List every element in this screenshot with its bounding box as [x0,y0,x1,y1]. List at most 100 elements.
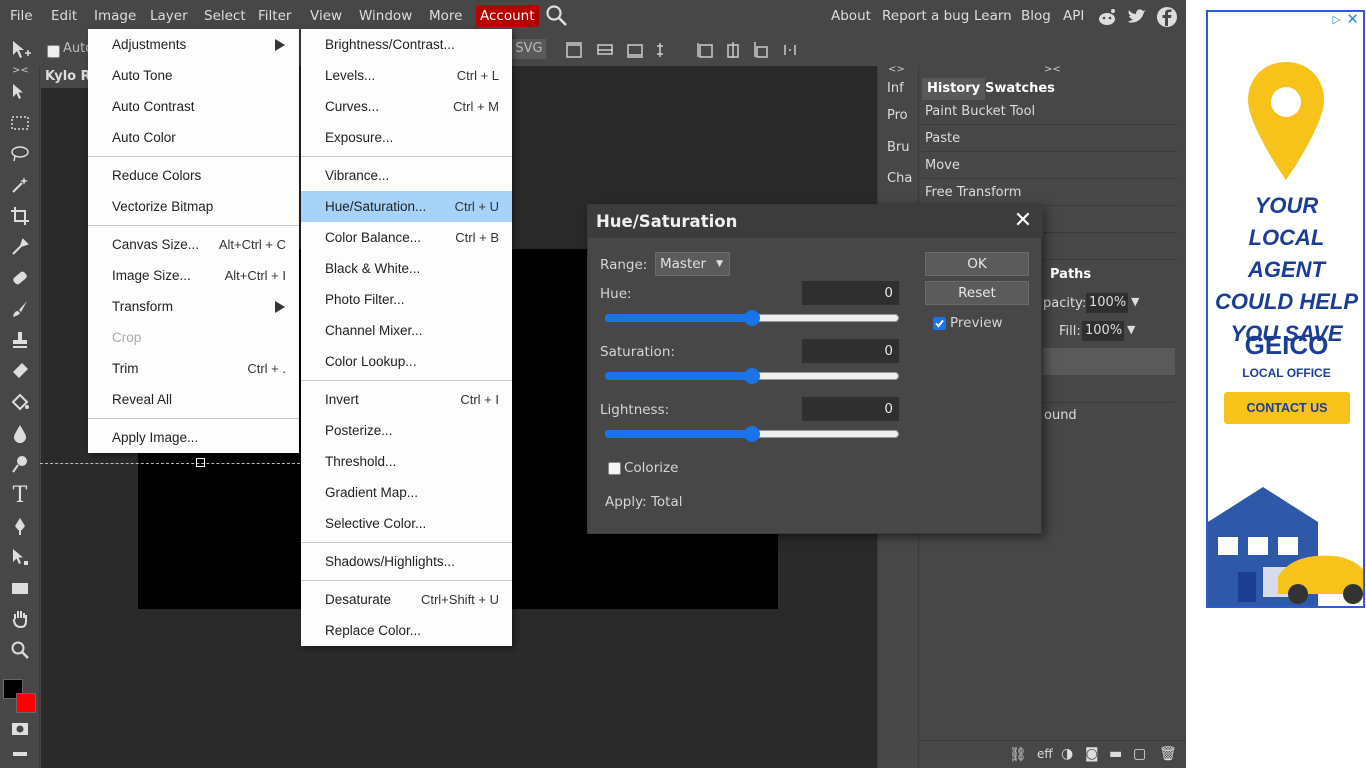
screen-mode-icon[interactable] [8,742,32,766]
menu-select[interactable]: Select [200,5,250,27]
eraser-tool-icon[interactable] [8,359,32,383]
link-report-bug[interactable]: Report a bug [882,5,969,27]
menu-more[interactable]: More [425,5,466,27]
ok-button[interactable]: OK [925,252,1029,276]
link-icon[interactable]: ⛓ [1009,747,1027,763]
menu-view[interactable]: View [306,5,346,27]
range-select[interactable]: Master ▼ [655,252,730,276]
mini-brush[interactable]: Bru [887,140,910,155]
history-row[interactable]: Paint Bucket Tool [921,99,1177,125]
fill-field[interactable]: 100% [1082,321,1124,341]
menu-layer[interactable]: Layer [146,5,192,27]
menu-edit[interactable]: Edit [47,5,81,27]
menu-item-image-size[interactable]: Image Size... Alt+Ctrl + I [88,260,299,291]
pen-tool-icon[interactable] [8,514,32,538]
advertisement[interactable]: ▷ ✕ YOUR LOCAL AGENT COULD HELP YOU SAVE… [1206,10,1365,608]
saturation-slider[interactable] [605,368,899,384]
link-blog[interactable]: Blog [1021,5,1051,27]
align-icons[interactable] [565,41,805,59]
collapse-handle-icon[interactable]: >< [12,65,29,76]
menu-item-channel-mixer[interactable]: Channel Mixer... [301,315,512,346]
clone-stamp-tool-icon[interactable] [8,328,32,352]
eyedropper-tool-icon[interactable] [8,235,32,259]
twitter-icon[interactable] [1126,6,1148,32]
link-learn[interactable]: Learn [974,5,1012,27]
lightness-input[interactable]: 0 [802,397,899,421]
lightness-slider-thumb[interactable] [744,426,760,442]
hue-input[interactable]: 0 [802,281,899,305]
colorize-checkbox[interactable] [608,462,621,475]
menu-item-hue-saturation[interactable]: Hue/Saturation... Ctrl + U [301,191,512,222]
menu-item-auto-tone[interactable]: Auto Tone [88,60,299,91]
path-select-tool-icon[interactable] [8,545,32,569]
menu-item-curves[interactable]: Curves... Ctrl + M [301,91,512,122]
adjustment-icon[interactable]: ◑ [1061,746,1073,762]
mini-info[interactable]: Inf [887,81,904,96]
lasso-tool-icon[interactable] [8,142,32,166]
mask-icon[interactable]: ◙ [1085,746,1099,762]
link-about[interactable]: About [831,5,871,27]
hand-tool-icon[interactable] [8,607,32,631]
menu-item-auto-contrast[interactable]: Auto Contrast [88,91,299,122]
tab-paths[interactable]: Paths [1045,264,1096,286]
new-layer-icon[interactable]: ▢ [1133,746,1146,762]
menu-item-trim[interactable]: Trim Ctrl + . [88,353,299,384]
move-tool-icon[interactable] [8,80,32,104]
menu-item-adjustments[interactable]: Adjustments [88,29,299,60]
saturation-input[interactable]: 0 [802,339,899,363]
brush-tool-icon[interactable] [8,297,32,321]
menu-item-exposure[interactable]: Exposure... [301,122,512,153]
zoom-tool-icon[interactable] [8,638,32,662]
layer-row-selected[interactable] [1043,348,1175,375]
panel-collapse-icon[interactable]: >< [1044,64,1061,75]
hue-slider[interactable] [605,310,899,326]
menu-item-gradient-map[interactable]: Gradient Map... [301,477,512,508]
menu-item-canvas-size[interactable]: Canvas Size... Alt+Ctrl + C [88,229,299,260]
menu-item-photo-filter[interactable]: Photo Filter... [301,284,512,315]
menu-item-auto-color[interactable]: Auto Color [88,122,299,153]
history-row[interactable]: Move [921,153,1177,179]
transform-handle[interactable] [196,458,205,467]
menu-item-apply-image[interactable]: Apply Image... [88,422,299,453]
shape-tool-icon[interactable] [8,576,32,600]
menu-item-posterize[interactable]: Posterize... [301,415,512,446]
svg-button[interactable]: SVG [512,39,546,59]
close-icon[interactable]: ✕ [1011,209,1035,233]
mini-properties[interactable]: Pro [887,108,908,123]
lightness-slider[interactable] [605,426,899,442]
reddit-icon[interactable] [1096,6,1118,32]
menu-item-black-white[interactable]: Black & White... [301,253,512,284]
menu-item-shadows-highlights[interactable]: Shadows/Highlights... [301,546,512,577]
menu-item-replace-color[interactable]: Replace Color... [301,615,512,646]
menu-item-reduce-colors[interactable]: Reduce Colors [88,160,299,191]
layer-row[interactable] [1043,376,1175,403]
hue-slider-thumb[interactable] [744,310,760,326]
menu-item-color-lookup[interactable]: Color Lookup... [301,346,512,377]
auto-select-checkbox[interactable] [47,45,60,58]
menu-item-brightness-contrast[interactable]: Brightness/Contrast... [301,29,512,60]
move-tool-icon[interactable] [10,39,32,65]
layer-name[interactable]: ound [1044,408,1077,423]
magic-wand-tool-icon[interactable] [8,173,32,197]
menu-item-vectorize-bitmap[interactable]: Vectorize Bitmap [88,191,299,222]
tab-history[interactable]: History [922,78,986,100]
menu-file[interactable]: File [6,5,37,27]
reset-button[interactable]: Reset [925,281,1029,305]
folder-icon[interactable]: ▬ [1109,746,1122,762]
link-api[interactable]: API [1063,5,1084,27]
history-row[interactable]: Paste [921,126,1177,152]
background-color-swatch[interactable] [16,693,36,713]
menu-item-levels[interactable]: Levels... Ctrl + L [301,60,512,91]
facebook-icon[interactable] [1156,6,1178,32]
preview-checkbox[interactable] [933,317,946,330]
healing-brush-tool-icon[interactable] [8,266,32,290]
saturation-slider-thumb[interactable] [744,368,760,384]
menu-account[interactable]: Account [476,5,539,27]
menu-item-desaturate[interactable]: Desaturate Ctrl+Shift + U [301,584,512,615]
dodge-tool-icon[interactable] [8,452,32,476]
search-icon[interactable] [541,4,573,26]
dialog-title[interactable]: Hue/Saturation [588,205,1043,238]
menu-item-transform[interactable]: Transform [88,291,299,322]
menu-item-vibrance[interactable]: Vibrance... [301,160,512,191]
blur-tool-icon[interactable] [8,421,32,445]
